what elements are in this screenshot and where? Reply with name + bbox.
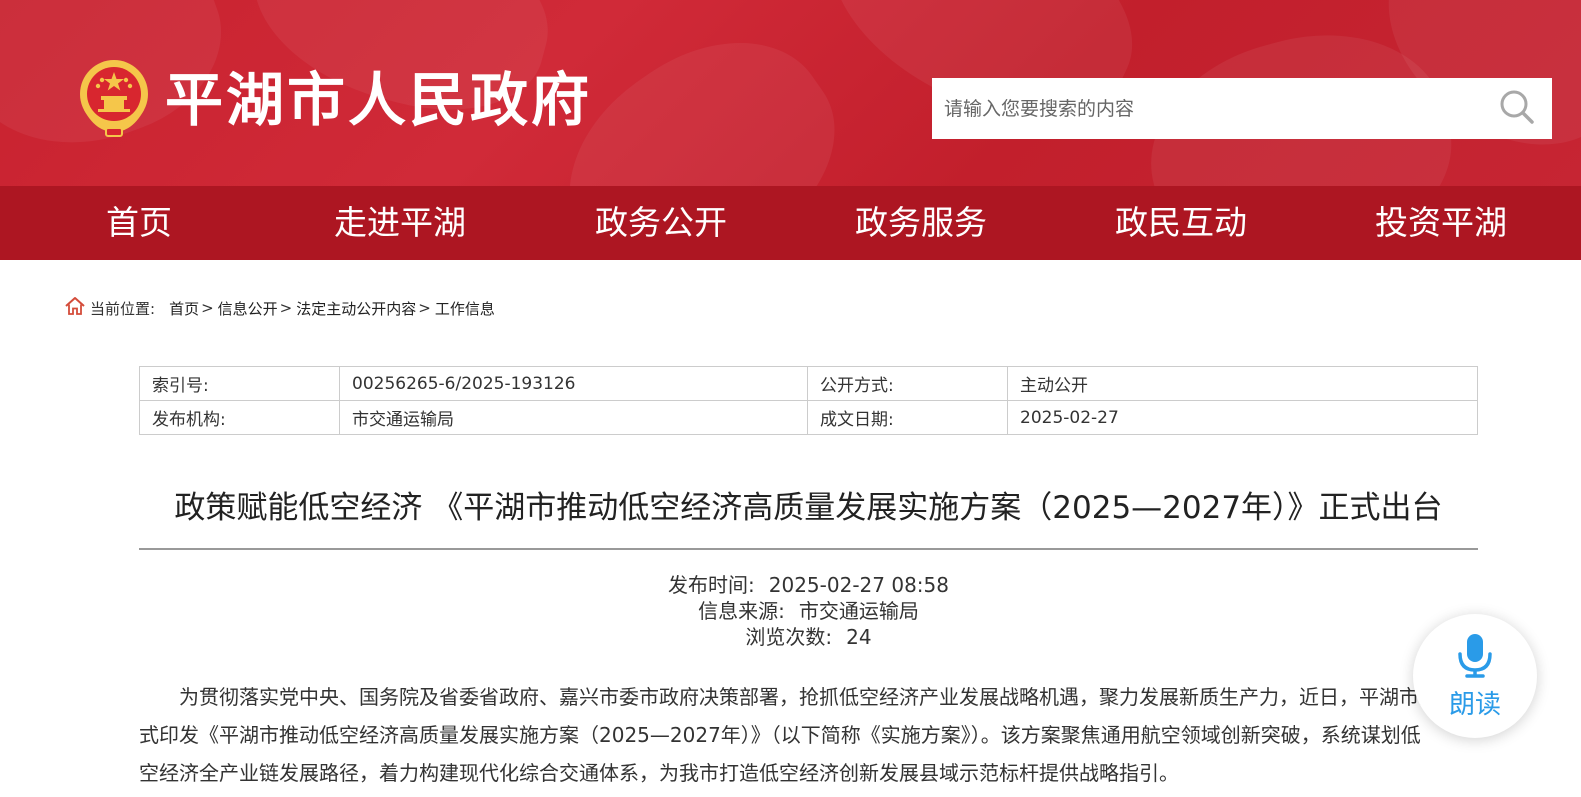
breadcrumb-separator: > bbox=[418, 299, 431, 317]
read-aloud-button[interactable]: 朗读 bbox=[1413, 614, 1537, 738]
nav-item-interaction[interactable]: 政民互动 bbox=[1115, 186, 1247, 260]
breadcrumb: 当前位置: 首页 > 信息公开 > 法定主动公开内容 > 工作信息 bbox=[64, 296, 495, 320]
document-date-value: 2025-02-27 bbox=[1007, 400, 1478, 435]
publisher-value: 市交通运输局 bbox=[339, 400, 808, 435]
views-value: 24 bbox=[846, 625, 872, 649]
source-row: 信息来源: 市交通运输局 bbox=[139, 598, 1478, 624]
nav-item-gov-open[interactable]: 政务公开 bbox=[595, 186, 727, 260]
article-title: 政策赋能低空经济 《平湖市推动低空经济高质量发展实施方案（2025—2027年）… bbox=[174, 490, 1443, 526]
breadcrumb-separator: > bbox=[201, 299, 214, 317]
breadcrumb-link-home[interactable]: 首页 bbox=[169, 298, 199, 319]
index-number-label: 索引号: bbox=[139, 366, 340, 401]
search-box bbox=[932, 78, 1552, 139]
source-label: 信息来源: bbox=[698, 599, 785, 623]
home-icon bbox=[64, 296, 86, 320]
nav-item-gov-service[interactable]: 政务服务 bbox=[855, 186, 987, 260]
breadcrumb-separator: > bbox=[279, 299, 293, 317]
breadcrumb-label: 当前位置: bbox=[90, 299, 156, 318]
table-row: 发布机构: 市交通运输局 成文日期: 2025-02-27 bbox=[139, 400, 1478, 435]
info-table: 索引号: 00256265-6/2025-193126 公开方式: 主动公开 发… bbox=[139, 366, 1478, 435]
breadcrumb-link-statutory[interactable]: 法定主动公开内容 bbox=[296, 298, 416, 319]
document-date-label: 成文日期: bbox=[807, 400, 1008, 435]
publisher-label: 发布机构: bbox=[139, 400, 340, 435]
nav-item-home[interactable]: 首页 bbox=[106, 186, 172, 260]
header-banner: 平湖市人民政府 bbox=[0, 0, 1581, 186]
read-aloud-label: 朗读 bbox=[1448, 689, 1501, 720]
search-icon bbox=[1499, 89, 1535, 129]
publish-time-label: 发布时间: bbox=[668, 573, 755, 597]
main-nav: 首页 走进平湖 政务公开 政务服务 政民互动 投资平湖 bbox=[0, 186, 1581, 260]
article-meta: 发布时间: 2025-02-27 08:58 信息来源: 市交通运输局 浏览次数: 2… bbox=[139, 572, 1478, 650]
nav-item-about[interactable]: 走进平湖 bbox=[334, 186, 466, 260]
nav-item-invest[interactable]: 投资平湖 bbox=[1375, 186, 1507, 260]
index-number-value: 00256265-6/2025-193126 bbox=[339, 366, 808, 401]
views-label: 浏览次数: bbox=[745, 625, 833, 649]
search-button[interactable] bbox=[1482, 78, 1552, 139]
breadcrumb-link-info-open[interactable]: 信息公开 bbox=[218, 298, 278, 319]
publish-time-value: 2025-02-27 08:58 bbox=[768, 573, 949, 597]
search-input[interactable] bbox=[932, 78, 1482, 139]
site-title[interactable]: 平湖市人民政府 bbox=[165, 62, 592, 138]
microphone-icon bbox=[1455, 632, 1495, 682]
national-emblem-icon bbox=[76, 58, 152, 138]
source-value: 市交通运输局 bbox=[798, 599, 919, 623]
publish-time-row: 发布时间: 2025-02-27 08:58 bbox=[139, 572, 1478, 598]
breadcrumb-link-work-info[interactable]: 工作信息 bbox=[435, 298, 495, 319]
table-row: 索引号: 00256265-6/2025-193126 公开方式: 主动公开 bbox=[139, 366, 1478, 401]
disclosure-method-label: 公开方式: bbox=[807, 366, 1008, 401]
disclosure-method-value: 主动公开 bbox=[1007, 366, 1478, 401]
article-body: 为贯彻落实党中央、国务院及省委省政府、嘉兴市委市政府决策部署，抢抓低空经济产业发… bbox=[139, 685, 1439, 785]
title-divider bbox=[139, 548, 1478, 550]
views-row: 浏览次数: 24 bbox=[139, 624, 1478, 650]
